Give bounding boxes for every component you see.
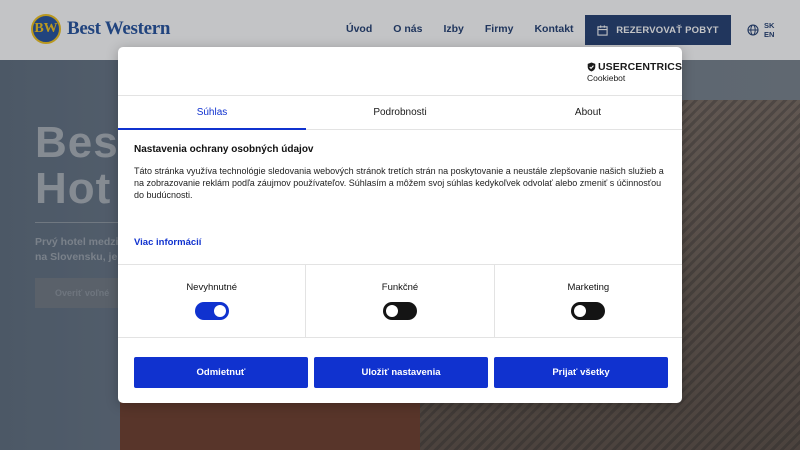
consent-body: Nastavenia ochrany osobných údajov Táto … — [134, 144, 666, 201]
tab-about[interactable]: About — [494, 96, 682, 129]
cookie-consent-dialog: USERCENTRICS Cookiebot Súhlas Podrobnost… — [118, 47, 682, 403]
category-marketing: Marketing — [495, 265, 682, 337]
accept-all-button[interactable]: Prijať všetky — [494, 357, 668, 388]
tab-suhlas[interactable]: Súhlas — [118, 96, 306, 130]
consent-categories: Nevyhnutné Funkčné Marketing — [118, 264, 682, 338]
category-label: Nevyhnutné — [186, 282, 238, 293]
shield-icon — [587, 62, 596, 72]
category-label: Marketing — [567, 282, 610, 293]
functional-toggle[interactable] — [382, 302, 417, 320]
toggle-knob — [213, 305, 226, 317]
deny-button[interactable]: Odmietnuť — [134, 357, 308, 388]
toggle-knob — [574, 305, 587, 317]
usercentrics-logo: USERCENTRICS Cookiebot — [587, 61, 682, 83]
tab-podrobnosti[interactable]: Podrobnosti — [306, 96, 494, 129]
consent-description: Táto stránka využíva technológie sledova… — [134, 166, 664, 200]
save-settings-button[interactable]: Uložiť nastavenia — [314, 357, 488, 388]
category-necessary: Nevyhnutné — [118, 265, 307, 337]
brand-sub: Cookiebot — [587, 73, 626, 83]
toggle-knob — [385, 305, 398, 317]
brand-name: USERCENTRICS — [598, 61, 682, 73]
more-info-link[interactable]: Viac informácií — [134, 237, 201, 248]
consent-tabs: Súhlas Podrobnosti About — [118, 95, 682, 130]
category-functional: Funkčné — [306, 265, 495, 337]
marketing-toggle[interactable] — [571, 302, 606, 320]
category-label: Funkčné — [381, 282, 419, 293]
necessary-toggle[interactable] — [194, 302, 229, 320]
consent-actions: Odmietnuť Uložiť nastavenia Prijať všetk… — [134, 357, 668, 388]
consent-title: Nastavenia ochrany osobných údajov — [134, 144, 314, 155]
